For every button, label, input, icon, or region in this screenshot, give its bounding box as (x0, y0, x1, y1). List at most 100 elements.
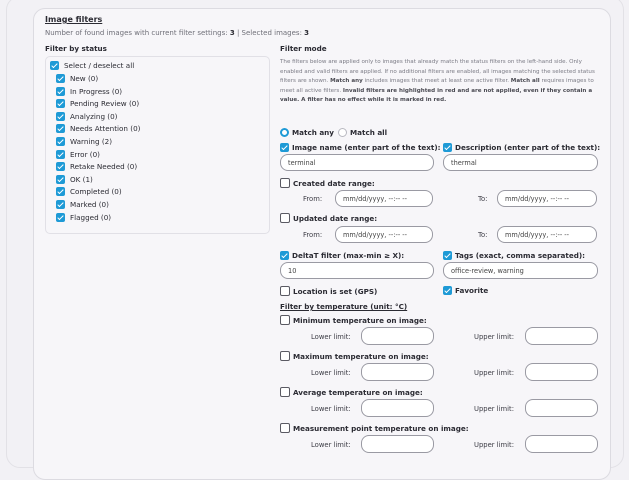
checkbox-icon (280, 423, 290, 433)
status-checkbox[interactable]: Warning (2) (56, 137, 112, 146)
checkbox-icon (280, 251, 289, 260)
max-temp-lower-input[interactable] (361, 363, 434, 381)
status-checkbox[interactable]: Completed (0) (56, 187, 122, 197)
match-any-radio[interactable]: Match any (280, 128, 334, 137)
upper-limit-label: Upper limit: (474, 405, 514, 413)
status-checkbox[interactable]: New (0) (56, 74, 98, 83)
status-label: Needs Attention (0) (70, 124, 141, 134)
lower-limit-label: Lower limit: (311, 369, 351, 377)
status-checkbox[interactable]: Pending Review (0) (56, 99, 140, 109)
measurement-point-temp-lower-input[interactable] (361, 435, 434, 453)
max-temp-checkbox[interactable]: Maximum temperature on image: (280, 351, 429, 361)
checkbox-icon (56, 174, 65, 184)
avg-temp-upper-input[interactable] (525, 399, 598, 417)
image-name-input[interactable]: terminal (280, 154, 434, 171)
select-all-checkbox[interactable]: Select / deselect all (50, 61, 134, 70)
checkbox-icon (56, 137, 65, 146)
summary-label: Number of found images with current filt… (45, 29, 228, 37)
avg-temp-lower-input[interactable] (361, 399, 434, 417)
status-label: Warning (2) (70, 137, 113, 146)
checkbox-icon (280, 286, 290, 296)
checkbox-icon (56, 200, 65, 209)
lower-limit-label: Lower limit: (311, 333, 351, 341)
description-input[interactable]: thermal (443, 154, 598, 171)
status-checkbox[interactable]: In Progress (0) (56, 86, 123, 96)
mode-description: The filters below are applied only to im… (280, 59, 595, 104)
checkbox-icon (280, 178, 290, 188)
checkbox-icon (56, 149, 65, 159)
tags-checkbox[interactable]: Tags (exact, comma separated): (443, 251, 585, 260)
checkbox-icon (56, 212, 65, 222)
created-from-label: From: (303, 195, 323, 203)
checkbox-icon (56, 86, 65, 96)
favorite-checkbox[interactable]: Favorite (443, 286, 488, 295)
checkbox-icon (280, 351, 290, 361)
checkbox-icon (56, 99, 65, 109)
checkbox-icon (280, 315, 290, 325)
measurement-point-temp-checkbox[interactable]: Measurement point temperature on image: (280, 423, 469, 433)
status-heading: Filter by status (45, 44, 107, 53)
updated-to-input[interactable]: mm/dd/yyyy, --:-- -- (497, 226, 597, 243)
status-label: Completed (0) (70, 187, 122, 197)
selected-label: | Selected images: (236, 29, 302, 37)
min-temp-checkbox[interactable]: Minimum temperature on image: (280, 315, 427, 325)
created-to-label: To: (478, 195, 488, 203)
created-date-checkbox[interactable]: Created date range: (280, 178, 375, 188)
checkbox-icon (280, 143, 289, 152)
checkbox-icon (280, 387, 290, 397)
status-label: Flagged (0) (70, 212, 112, 222)
avg-temp-checkbox[interactable]: Average temperature on image: (280, 387, 423, 397)
status-checkbox[interactable]: OK (1) (56, 174, 93, 184)
image-name-checkbox[interactable]: Image name (enter part of the text): (280, 143, 441, 152)
location-checkbox[interactable]: Location is set (GPS) (280, 286, 377, 296)
tags-input[interactable]: office-review, warning (443, 262, 598, 279)
radio-selected-icon (280, 128, 289, 137)
temperature-heading: Filter by temperature (unit: °C) (280, 302, 408, 311)
checkbox-icon (443, 251, 452, 260)
status-label: Error (0) (70, 149, 100, 159)
checkbox-icon (56, 187, 65, 197)
status-checkbox[interactable]: Marked (0) (56, 200, 109, 209)
deltat-checkbox[interactable]: DeltaT filter (max-min ≥ X): (280, 251, 404, 260)
checkbox-icon (50, 61, 59, 70)
mode-heading: Filter mode (280, 44, 327, 53)
found-count: 3 (229, 29, 235, 37)
checkbox-icon (280, 213, 290, 223)
min-temp-lower-input[interactable] (361, 327, 434, 345)
checkbox-icon (56, 124, 65, 134)
upper-limit-label: Upper limit: (474, 369, 514, 377)
status-label: In Progress (0) (70, 86, 123, 96)
status-checkbox[interactable]: Retake Needed (0) (56, 162, 138, 172)
updated-from-input[interactable]: mm/dd/yyyy, --:-- -- (335, 226, 433, 243)
description-checkbox[interactable]: Description (enter part of the text): (443, 143, 600, 152)
measurement-point-temp-upper-input[interactable] (525, 435, 598, 453)
panel-title: Image filters (45, 15, 103, 24)
deltat-input[interactable]: 10 (280, 262, 434, 279)
match-all-radio[interactable]: Match all (338, 128, 387, 137)
created-from-input[interactable]: mm/dd/yyyy, --:-- -- (335, 190, 433, 207)
checkbox-icon (443, 286, 452, 295)
checkbox-icon (56, 111, 65, 121)
checkbox-icon (56, 74, 65, 83)
status-checkbox[interactable]: Needs Attention (0) (56, 124, 141, 134)
status-checkbox[interactable]: Flagged (0) (56, 212, 112, 222)
status-checkbox[interactable]: Error (0) (56, 149, 100, 159)
status-label: Pending Review (0) (70, 99, 140, 109)
min-temp-upper-input[interactable] (525, 327, 598, 345)
updated-from-label: From: (303, 231, 323, 239)
status-checkbox[interactable]: Analyzing (0) (56, 111, 118, 121)
select-all-label: Select / deselect all (64, 61, 135, 70)
created-to-input[interactable]: mm/dd/yyyy, --:-- -- (497, 190, 597, 207)
status-label: OK (1) (70, 174, 93, 184)
lower-limit-label: Lower limit: (311, 441, 351, 449)
upper-limit-label: Upper limit: (474, 333, 514, 341)
selected-count: 3 (304, 29, 310, 37)
max-temp-upper-input[interactable] (525, 363, 598, 381)
lower-limit-label: Lower limit: (311, 405, 351, 413)
checkbox-icon (443, 143, 452, 152)
radio-empty-icon (338, 128, 347, 137)
status-label: Retake Needed (0) (70, 162, 138, 172)
status-label: Analyzing (0) (70, 111, 118, 121)
filter-summary: Number of found images with current filt… (45, 29, 309, 37)
updated-date-checkbox[interactable]: Updated date range: (280, 213, 377, 223)
